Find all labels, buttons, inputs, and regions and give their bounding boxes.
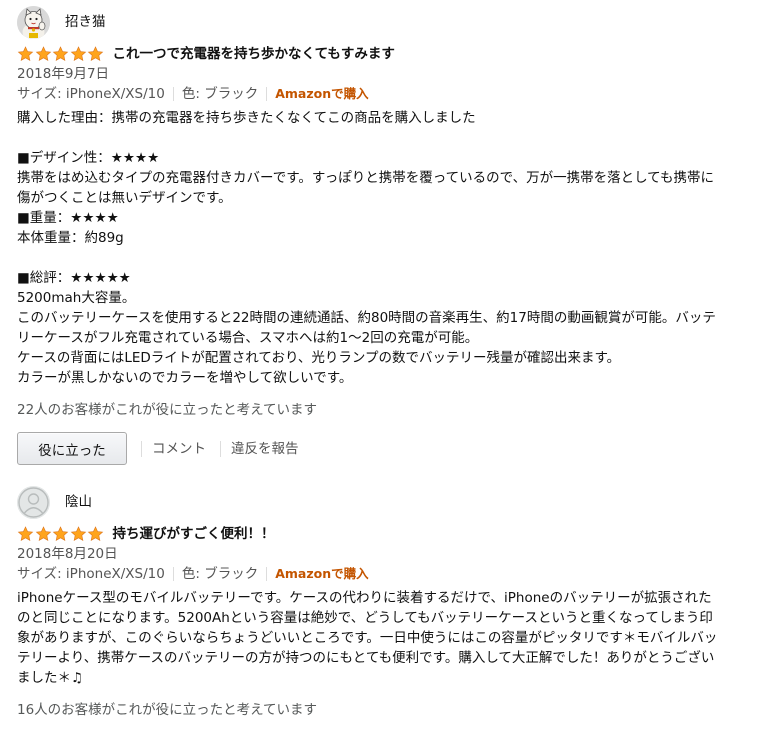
review-line: リーケースがフル充電されている場合、スマホへは約1～2回の充電が可能。 [17,330,479,346]
review-line: 象がありますが、このぐらいならちょうどいいところです。一日中使うにはこの容量がピ… [17,630,718,646]
variant-size[interactable]: サイズ: iPhoneX/XS/10 [17,84,165,104]
review-card: 陰山 持ち運びがすごく便利！！ 2018年8月20日 サイズ: iPhoneX/… [17,485,765,720]
review-line: ■デザイン性：★★★★ [17,150,160,166]
helpful-count: 16人のお客様がこれが役に立ったと考えています [17,702,318,718]
report-abuse-link[interactable]: 違反を報告 [231,439,299,459]
review-line: テリーより、携帯ケースのバッテリーの方が持つのにもとても便利です。購入して大正解… [17,650,715,666]
variant-color: 色: ブラック [181,566,259,582]
review-line: ■重量：★★★★ [17,210,119,226]
review-date: 2018年8月20日 [17,546,118,562]
review-title-row: 持ち運びがすごく便利！！ [17,524,765,544]
review-line: 5200mah大容量。 [17,290,136,306]
reviews-page: 招き猫 これ一つで充電器を持ち歩かなくてもすみます 2018年9月7日 サイズ:… [0,0,783,743]
review-line: 本体重量：約89g [17,230,124,246]
review-line: ました＊♫ [17,670,84,686]
star-icon [70,526,86,541]
review-title-row: これ一つで充電器を持ち歩かなくてもすみます [17,44,765,64]
star-icon [70,46,86,61]
divider [141,440,142,457]
comment-link[interactable]: コメント [152,439,206,459]
helpful-count: 22人のお客様がこれが役に立ったと考えています [17,402,318,418]
lucky-cat-avatar-icon [17,5,50,39]
variant-color: 色: ブラック [181,86,259,102]
review-line [17,128,765,148]
review-actions: 役に立った コメント 違反を報告 [17,432,765,465]
helpful-button[interactable]: 役に立った [17,432,127,465]
reviewer-name[interactable]: 招き猫 [65,12,106,32]
star-icon [35,46,51,61]
reviewer-name[interactable]: 陰山 [65,492,92,512]
divider [266,87,268,101]
review-body: iPhoneケース型のモバイルバッテリーです。ケースの代わりに装着するだけで、i… [17,588,765,688]
review-line: 購入した理由：携帯の充電器を持ち歩きたくなくてこの商品を購入しました [17,110,476,126]
review-line: このバッテリーケースを使用すると22時間の連続通話、約80時間の音楽再生、約17… [17,310,716,326]
review-date: 2018年9月7日 [17,66,110,82]
review-line: 傷がつくことは無いデザインです。 [17,190,232,206]
star-icon [17,526,34,541]
star-rating[interactable] [17,46,105,62]
review-line: ■総評：★★★★★ [17,270,131,286]
star-icon [87,526,104,541]
reviewer-profile[interactable]: 陰山 [17,485,765,519]
review-title[interactable]: 持ち運びがすごく便利！！ [113,524,275,544]
divider [220,440,221,457]
variant-size[interactable]: サイズ: iPhoneX/XS/10 [17,564,165,584]
review-line: ケースの背面にはLEDライトが配置されており、光りランプの数でバッテリー残量が確… [17,350,621,366]
star-icon [17,46,34,61]
review-line [17,248,765,268]
verified-purchase-badge: Amazonで購入 [275,86,369,101]
verified-purchase-badge: Amazonで購入 [275,566,369,581]
default-user-avatar-icon [17,485,50,519]
review-line: iPhoneケース型のモバイルバッテリーです。ケースの代わりに装着するだけで、i… [17,590,712,606]
reviewer-profile[interactable]: 招き猫 [17,5,765,39]
star-icon [87,46,104,61]
review-body: 購入した理由：携帯の充電器を持ち歩きたくなくてこの商品を購入しました ■デザイン… [17,108,765,388]
star-icon [52,526,69,541]
review-title[interactable]: これ一つで充電器を持ち歩かなくてもすみます [113,44,395,64]
review-line: カラーが黒しかないのでカラーを増やして欲しいです。 [17,370,353,386]
review-format-strip: サイズ: iPhoneX/XS/10 色: ブラック Amazonで購入 [17,84,765,104]
review-format-strip: サイズ: iPhoneX/XS/10 色: ブラック Amazonで購入 [17,564,765,584]
star-icon [35,526,51,541]
divider [266,567,268,581]
divider [172,87,174,101]
star-icon [52,46,69,61]
divider [172,567,174,581]
review-card: 招き猫 これ一つで充電器を持ち歩かなくてもすみます 2018年9月7日 サイズ:… [17,5,765,465]
review-line: のと同じことになります。5200Ahという容量は絶妙で、どうしてもバッテリーケー… [17,610,713,626]
star-rating[interactable] [17,526,105,542]
review-line: 携帯をはめ込むタイプの充電器付きカバーです。すっぽりと携帯を覆っているので、万が… [17,170,715,186]
